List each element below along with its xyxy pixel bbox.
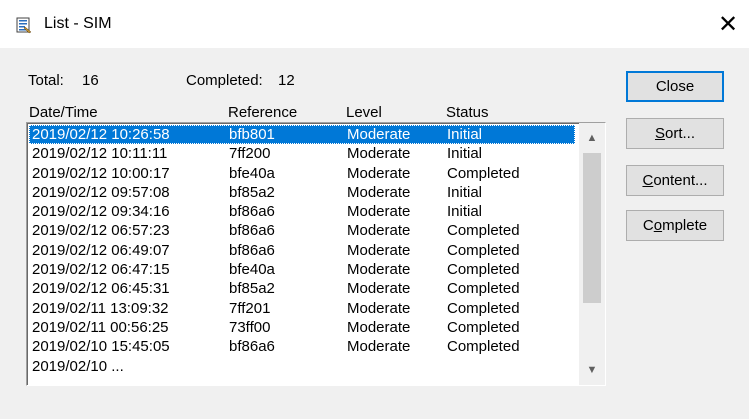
- list-item[interactable]: 2019/02/12 10:00:17 bfe40a Moderate Complet…: [29, 164, 575, 183]
- cell-reference: bf86a6: [229, 203, 275, 221]
- list-item[interactable]: 2019/02/12 06:49:07 bf86a6 Moderate Complet…: [29, 241, 575, 260]
- cell-date-time: 2019/02/10 ...: [32, 357, 124, 375]
- cell-reference: bf85a2: [229, 183, 275, 201]
- cell-status: Completed: [447, 299, 520, 317]
- close-button[interactable]: Close: [626, 71, 724, 102]
- list-document-icon: [16, 17, 32, 34]
- cell-status: Initial: [447, 183, 483, 201]
- cell-reference: bfe40a: [229, 164, 275, 182]
- cell-status: Completed: [447, 261, 520, 279]
- cell-reference: 73ff00: [229, 318, 271, 336]
- window-title: List - SIM: [44, 15, 112, 32]
- sort-button-label: Sort...: [654, 125, 696, 142]
- cell-status: Completed: [447, 318, 520, 336]
- cell-date-time: 2019/02/12 10:11:11: [32, 145, 168, 163]
- cell-status: Initial: [447, 203, 483, 221]
- sort-button[interactable]: Sort...: [626, 118, 724, 149]
- list-item[interactable]: 2019/02/12 06:57:23 bf86a6 Moderate Complet…: [29, 221, 575, 240]
- cell-status: Completed: [447, 338, 520, 356]
- record-list[interactable]: 2019/02/12 10:26:58 bfb801 Moderate Initial…: [26, 122, 606, 386]
- cell-date-time: 2019/02/12 10:00:17: [32, 164, 170, 182]
- column-header-reference: Reference: [228, 104, 298, 121]
- vertical-scrollbar[interactable]: ▲ ▼: [579, 123, 605, 385]
- cell-date-time: 2019/02/11 00:56:25: [32, 318, 169, 336]
- column-header-level: Level: [346, 104, 382, 121]
- content-button-label: Content...: [642, 172, 708, 189]
- cell-reference: bfe40a: [229, 261, 275, 279]
- cell-status: Initial: [447, 126, 483, 143]
- cell-reference: bf85a2: [229, 280, 275, 298]
- content-button[interactable]: Content...: [626, 165, 724, 196]
- column-header-date-time: Date/Time: [29, 104, 98, 121]
- cell-level: Moderate: [347, 318, 411, 336]
- scroll-down-arrow-icon[interactable]: ▼: [579, 357, 605, 383]
- list-item[interactable]: 2019/02/12 10:26:58 bfb801 Moderate Initial: [29, 125, 575, 145]
- completed-value: 12: [278, 72, 295, 89]
- cell-status: Completed: [447, 241, 520, 259]
- list-item[interactable]: 2019/02/12 06:45:31 bf85a2 Moderate Complet…: [29, 279, 575, 298]
- cell-level: Moderate: [347, 183, 411, 201]
- title-bar: List - SIM ✕: [0, 0, 749, 48]
- cell-level: Moderate: [347, 164, 411, 182]
- cell-level: Moderate: [347, 280, 411, 298]
- list-item[interactable]: 2019/02/12 09:34:16 bf86a6 Moderate Initial: [29, 202, 575, 221]
- cell-status: Initial: [447, 145, 483, 163]
- cell-level: Moderate: [347, 241, 411, 259]
- list-item[interactable]: 2019/02/12 09:57:08 bf85a2 Moderate Initial: [29, 183, 575, 202]
- scroll-up-arrow-icon[interactable]: ▲: [579, 125, 605, 151]
- cell-reference: bf86a6: [229, 338, 275, 356]
- complete-button-label: Complete: [642, 217, 708, 234]
- cell-status: Completed: [447, 280, 520, 298]
- column-header-status: Status: [446, 104, 489, 121]
- cell-status: Completed: [447, 164, 520, 182]
- cell-date-time: 2019/02/12 06:49:07: [32, 241, 170, 259]
- cell-level: Moderate: [347, 222, 411, 240]
- cell-date-time: 2019/02/12 09:34:16: [32, 203, 170, 221]
- cell-reference: 7ff200: [229, 145, 271, 163]
- cell-date-time: 2019/02/12 06:47:15: [32, 261, 170, 279]
- cell-level: Moderate: [347, 338, 411, 356]
- list-item[interactable]: 2019/02/10 15:45:05 bf86a6 Moderate Complet…: [29, 337, 575, 356]
- list-item[interactable]: 2019/02/11 00:56:25 73ff00 Moderate Complet…: [29, 318, 575, 337]
- cell-reference: 7ff201: [229, 299, 271, 317]
- cell-date-time: 2019/02/10 15:45:05: [32, 338, 170, 356]
- cell-reference: bf86a6: [229, 222, 275, 240]
- complete-button[interactable]: Complete: [626, 210, 724, 241]
- cell-level: Moderate: [347, 261, 411, 279]
- total-label: Total:: [28, 72, 64, 89]
- close-button-label: Close: [655, 78, 695, 95]
- completed-label: Completed:: [186, 72, 263, 89]
- cell-level: Moderate: [347, 203, 411, 221]
- record-rows: 2019/02/12 10:26:58 bfb801 Moderate Initial…: [29, 125, 575, 376]
- cell-date-time: 2019/02/12 09:57:08: [32, 183, 170, 201]
- list-item[interactable]: 2019/02/10 ...: [29, 357, 575, 376]
- scroll-thumb[interactable]: [583, 153, 601, 303]
- close-icon[interactable]: ✕: [707, 0, 749, 48]
- list-item[interactable]: 2019/02/12 06:47:15 bfe40a Moderate Complet…: [29, 260, 575, 279]
- cell-date-time: 2019/02/12 06:57:23: [32, 222, 170, 240]
- list-item[interactable]: 2019/02/11 13:09:32 7ff201 Moderate Complet…: [29, 299, 575, 318]
- cell-level: Moderate: [347, 145, 411, 163]
- cell-reference: bfb801: [229, 126, 275, 143]
- cell-date-time: 2019/02/11 13:09:32: [32, 299, 169, 317]
- cell-reference: bf86a6: [229, 241, 275, 259]
- cell-status: Completed: [447, 222, 520, 240]
- cell-date-time: 2019/02/12 10:26:58: [32, 126, 170, 143]
- cell-date-time: 2019/02/12 06:45:31: [32, 280, 170, 298]
- cell-level: Moderate: [347, 126, 411, 143]
- cell-level: Moderate: [347, 299, 411, 317]
- list-item[interactable]: 2019/02/12 10:11:11 7ff200 Moderate Initial: [29, 144, 575, 163]
- total-value: 16: [82, 72, 99, 89]
